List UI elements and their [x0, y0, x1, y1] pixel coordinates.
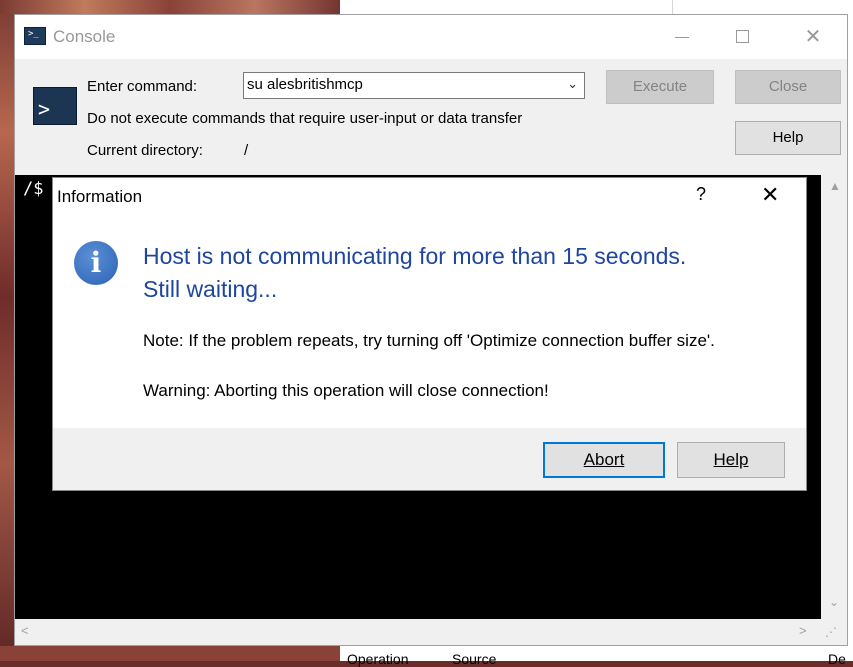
column-header-operation[interactable]: Operation — [347, 651, 408, 667]
scroll-down-icon[interactable]: ⌄ — [829, 595, 839, 609]
window-close-button[interactable]: ✕ — [790, 15, 836, 59]
dialog-close-icon[interactable]: ✕ — [761, 182, 779, 208]
minimize-icon — [675, 37, 689, 38]
abort-button[interactable]: Abort — [543, 442, 665, 478]
info-icon: i — [74, 241, 118, 285]
column-header-de[interactable]: De — [828, 651, 846, 667]
enter-command-label: Enter command: — [87, 78, 198, 95]
resize-grip-icon[interactable]: ⋰ — [825, 625, 837, 639]
console-icon: >_ — [24, 27, 46, 45]
scroll-left-icon[interactable]: < — [21, 623, 29, 638]
command-combobox[interactable]: su alesbritishmcp ⌄ — [243, 72, 585, 99]
horizontal-scrollbar[interactable]: < > — [15, 619, 821, 645]
close-button[interactable]: Close — [735, 70, 841, 104]
command-input-value[interactable]: su alesbritishmcp — [247, 76, 363, 93]
dialog-message-line2: Still waiting... — [143, 276, 278, 302]
terminal-prompt: /$ — [23, 179, 44, 199]
dialog-message-line1: Host is not communicating for more than … — [143, 243, 687, 269]
help-button[interactable]: Help — [735, 121, 841, 155]
column-header-source[interactable]: Source — [452, 651, 496, 667]
scroll-up-icon[interactable]: ▲ — [829, 179, 841, 193]
background-divider — [672, 0, 673, 14]
desktop-background-top — [0, 0, 340, 14]
maximize-icon — [736, 30, 749, 43]
dialog-note: Note: If the problem repeats, try turnin… — [143, 331, 715, 350]
dialog-warning: Warning: Aborting this operation will cl… — [143, 381, 549, 400]
scroll-right-icon[interactable]: > — [799, 623, 807, 638]
abort-button-label: Abort — [583, 450, 625, 469]
maximize-button[interactable] — [720, 15, 766, 59]
information-dialog: Information ? ✕ i Host is not communicat… — [53, 178, 806, 490]
dialog-help-button-label: Help — [713, 450, 749, 469]
vertical-scrollbar[interactable]: ▲ ⌄ — [821, 175, 847, 619]
execute-button[interactable]: Execute — [606, 70, 714, 104]
dialog-title: Information — [57, 187, 143, 206]
close-icon: ✕ — [804, 26, 822, 48]
chevron-down-icon[interactable]: ⌄ — [567, 76, 578, 92]
current-directory-label: Current directory: — [87, 142, 203, 159]
minimize-button[interactable] — [660, 15, 706, 59]
console-title: Console — [53, 27, 116, 46]
console-note: Do not execute commands that require use… — [87, 110, 523, 127]
terminal-prompt-icon: > — [33, 87, 77, 125]
dialog-help-button[interactable]: Help — [677, 442, 785, 478]
current-directory-value: / — [244, 142, 249, 159]
background-table-header — [340, 646, 853, 661]
dialog-main-message: Host is not communicating for more than … — [143, 240, 686, 306]
console-titlebar: >_ Console ✕ — [15, 15, 847, 59]
dialog-help-icon[interactable]: ? — [696, 184, 706, 205]
dialog-footer: Abort Help — [53, 428, 806, 490]
desktop-background-left — [0, 0, 14, 661]
